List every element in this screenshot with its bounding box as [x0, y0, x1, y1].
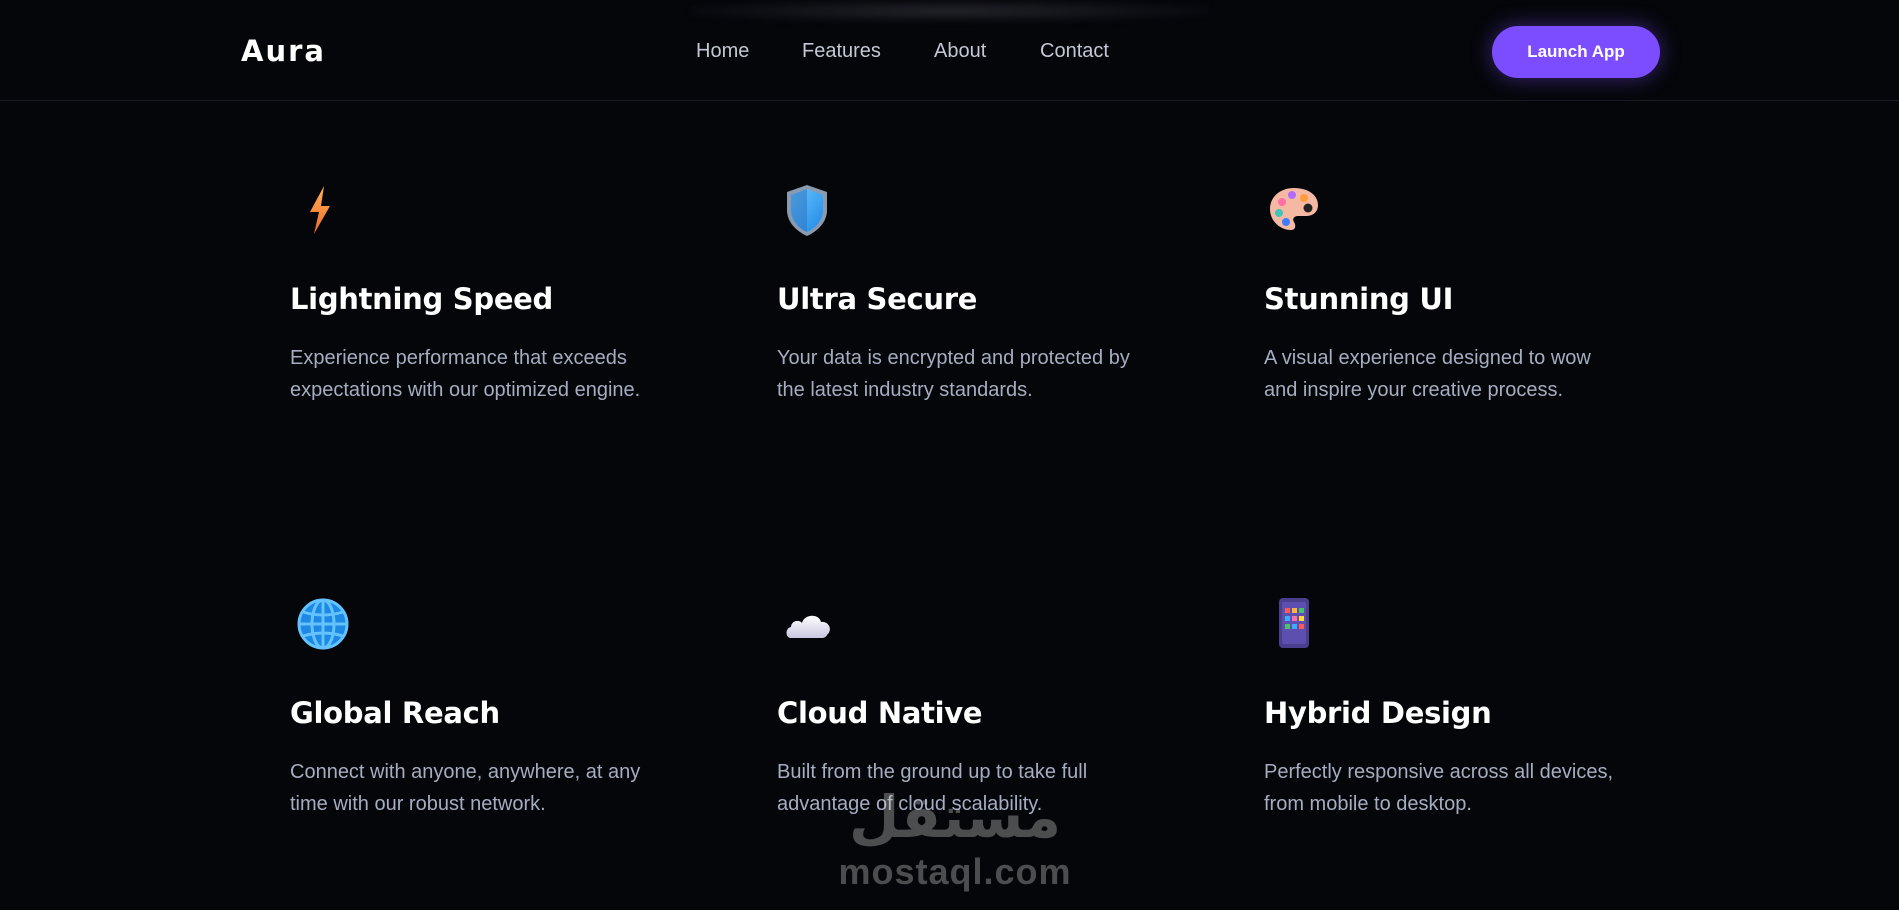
watermark-latin-text: mostaql.com	[838, 851, 1072, 892]
feature-title: Ultra Secure	[777, 282, 978, 316]
feature-title: Cloud Native	[777, 696, 983, 730]
watermark-arabic-text: مستقل	[848, 785, 1062, 850]
feature-title: Lightning Speed	[290, 282, 554, 316]
nav-link-features[interactable]: Features	[802, 40, 881, 63]
nav-link-contact[interactable]: Contact	[1040, 40, 1109, 63]
shield-icon	[777, 180, 837, 240]
site-header: Aura Home Features About Contact Launch …	[0, 0, 1899, 101]
feature-title: Hybrid Design	[1264, 696, 1492, 730]
watermark: مستقل mostaql.com	[820, 785, 1090, 895]
globe-icon	[290, 594, 350, 654]
nav-link-about[interactable]: About	[934, 40, 986, 63]
palette-icon	[1264, 180, 1324, 240]
lightning-icon	[290, 180, 350, 240]
launch-app-button[interactable]: Launch App	[1492, 26, 1660, 78]
cloud-icon	[777, 594, 837, 654]
feature-description: Your data is encrypted and protected by …	[777, 347, 1130, 401]
feature-description: A visual experience designed to wow and …	[1264, 347, 1591, 401]
nav-link-home[interactable]: Home	[696, 40, 749, 63]
feature-description: Experience performance that exceeds expe…	[290, 347, 641, 401]
feature-title: Global Reach	[290, 696, 500, 730]
feature-title: Stunning UI	[1264, 282, 1454, 316]
brand-logo[interactable]: Aura	[241, 34, 326, 68]
blurred-background-text	[690, 0, 1210, 22]
landing-page: Aura Home Features About Contact Launch …	[0, 0, 1899, 910]
mobile-icon	[1264, 594, 1324, 654]
feature-description: Perfectly responsive across all devices,…	[1264, 761, 1614, 815]
feature-description: Connect with anyone, anywhere, at any ti…	[290, 761, 641, 815]
